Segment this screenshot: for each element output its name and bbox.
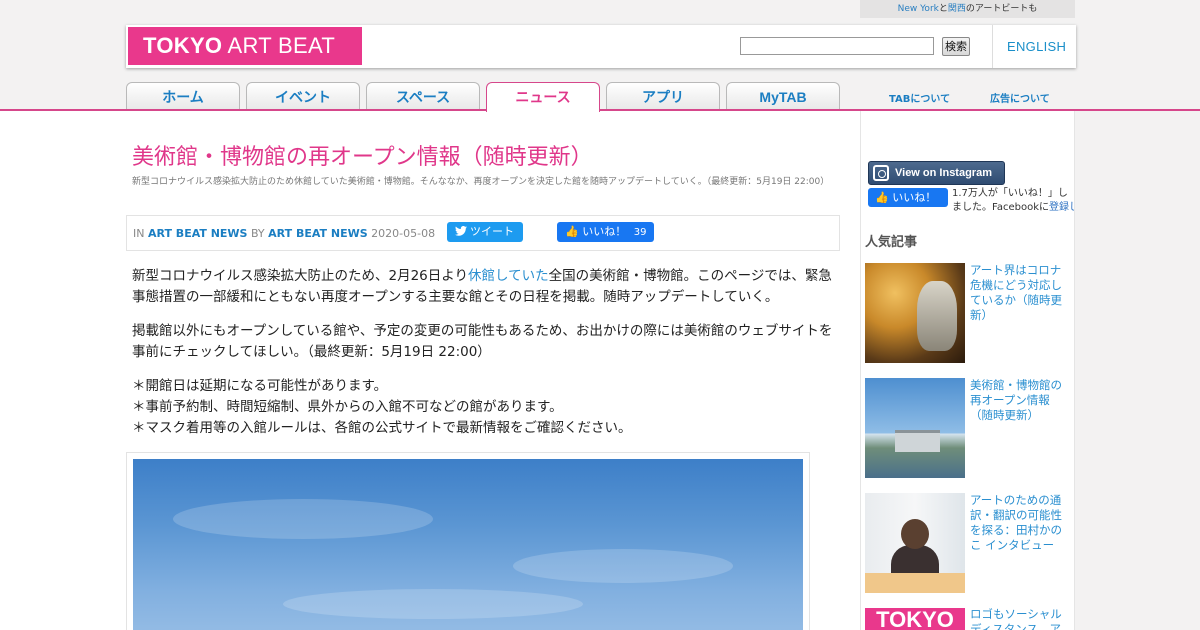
- popular-article-4-title[interactable]: ロゴもソーシャルディスタンス…ア: [970, 607, 1072, 630]
- link-kansai[interactable]: 関西: [948, 4, 966, 14]
- thumbs-up-icon: 👍: [875, 191, 889, 204]
- cloud-shape: [283, 589, 583, 619]
- meta-category-link[interactable]: ART BEAT NEWS: [148, 227, 248, 240]
- meta-in-label: IN: [133, 227, 145, 240]
- logo-light-text: ART BEAT: [222, 33, 336, 58]
- tab-spaces[interactable]: スペース: [366, 82, 480, 110]
- instagram-icon: [873, 165, 889, 181]
- facebook-signup-link[interactable]: 登録し: [1049, 202, 1074, 213]
- article-paragraph-1: 新型コロナウイルス感染拡大防止のため、2月26日より休館していた全国の美術館・博…: [132, 266, 844, 308]
- about-tab-link[interactable]: TABについて: [889, 90, 950, 105]
- fb-like-label: いいね！: [582, 225, 627, 238]
- twitter-bird-icon: [455, 226, 467, 236]
- article-meta: IN ART BEAT NEWS BY ART BEAT NEWS 2020-0…: [133, 227, 435, 240]
- popular-article-1-title[interactable]: アート界はコロナ危機にどう対応しているか（随時更新）: [970, 263, 1072, 323]
- tweet-button[interactable]: ツイート: [447, 222, 523, 242]
- fb-count-line2-text: ました。Facebookに: [952, 202, 1049, 213]
- tab-home[interactable]: ホーム: [126, 82, 240, 110]
- article-paragraph-2: 掲載館以外にもオープンしている館や、予定の変更の可能性もあるため、お出かけの際に…: [132, 323, 833, 360]
- person-head-shape: [901, 519, 929, 549]
- fb-count-line2: ました。Facebookに登録し: [952, 201, 1074, 215]
- popular-article-1-thumbnail[interactable]: [865, 263, 965, 363]
- museum-building-shape: [895, 430, 940, 452]
- instagram-label: View on Instagram: [895, 167, 992, 179]
- closed-museums-link[interactable]: 休館していた: [468, 268, 549, 284]
- statue-shape: [917, 281, 957, 351]
- fb-like-count-text: 1.7万人が「いいね！」し ました。Facebookに登録し: [952, 187, 1074, 215]
- tab-events[interactable]: イベント: [246, 82, 360, 110]
- sister-sites-bar: New Yorkと関西のアートビートも: [860, 0, 1075, 18]
- cloud-shape: [173, 499, 433, 539]
- advertising-link[interactable]: 広告について: [990, 90, 1050, 105]
- table-shape: [865, 573, 965, 593]
- article-note-2: ＊事前予約制、時間短縮制、県外からの入館不可などの館があります。: [132, 399, 563, 415]
- fb-like-button[interactable]: 👍 いいね！ 39: [557, 222, 654, 242]
- cloud-shape: [513, 549, 733, 583]
- tab-mytab[interactable]: MyTAB: [726, 82, 840, 110]
- sidebar-fb-like-label: いいね！: [892, 191, 937, 204]
- tweet-label: ツイート: [470, 225, 514, 238]
- article-lead: 新型コロナウイルス感染拡大防止のため休館していた美術館・博物館。そんななか、再度…: [132, 177, 830, 187]
- meta-author-link[interactable]: ART BEAT NEWS: [268, 227, 368, 240]
- article-meta-bar: IN ART BEAT NEWS BY ART BEAT NEWS 2020-0…: [126, 215, 840, 251]
- logo-bold-text: TOKYO: [143, 33, 223, 58]
- sidebar-fb-like-button[interactable]: 👍 いいね！: [868, 188, 948, 207]
- popular-article-2-title[interactable]: 美術館・博物館の再オープン情報（随時更新）: [970, 378, 1072, 423]
- site-logo[interactable]: TOKYO ART BEAT: [128, 27, 362, 65]
- tab-apps[interactable]: アプリ: [606, 82, 720, 110]
- article-note-1: ＊開館日は延期になる可能性があります。: [132, 378, 388, 394]
- meta-date: 2020-05-08: [371, 227, 436, 240]
- thumbs-up-icon: 👍: [565, 225, 579, 238]
- link-new-york[interactable]: New York: [898, 4, 939, 14]
- article-title: 美術館・博物館の再オープン情報（随時更新）: [132, 145, 593, 170]
- popular-articles-heading: 人気記事: [865, 235, 918, 250]
- meta-by-label: BY: [250, 227, 265, 240]
- sister-sites-suffix: のアートビートも: [965, 4, 1038, 14]
- fb-like-count: 39: [633, 227, 647, 238]
- article-hero-image-sky: [133, 459, 803, 630]
- tab-news[interactable]: ニュース: [486, 82, 600, 112]
- article-hero-image-frame: [126, 452, 810, 630]
- article-note-3: ＊マスク着用等の入館ルールは、各館の公式サイトで最新情報をご確認ください。: [132, 420, 632, 436]
- para1-part-a: 新型コロナウイルス感染拡大防止のため、2月26日より: [132, 268, 468, 284]
- sister-sites-sep: と: [938, 4, 948, 14]
- search-button[interactable]: 検索: [942, 37, 970, 56]
- popular-article-3-thumbnail[interactable]: [865, 493, 965, 593]
- fb-count-line1: 1.7万人が「いいね！」し: [952, 188, 1068, 199]
- english-link[interactable]: ENGLISH: [992, 25, 1066, 68]
- site-header: TOKYO ART BEAT 検索 ENGLISH: [126, 25, 1076, 68]
- instagram-button[interactable]: View on Instagram: [868, 161, 1005, 185]
- popular-article-2-thumbnail[interactable]: [865, 378, 965, 478]
- popular-article-4-thumbnail[interactable]: TOKYO: [865, 608, 965, 630]
- search-input[interactable]: [740, 37, 934, 55]
- popular-article-3-title[interactable]: アートのための通訳・翻訳の可能性を探る：田村かのこ インタビュー: [970, 493, 1072, 553]
